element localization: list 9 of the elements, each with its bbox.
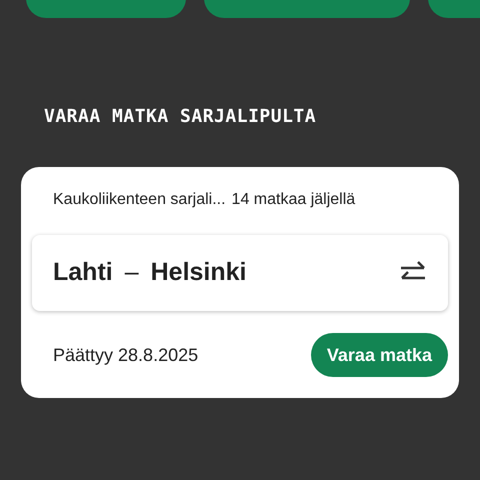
trips-left: 14 matkaa jäljellä [232, 190, 356, 210]
origin-city: Lahti [53, 257, 113, 288]
destination-city: Helsinki [150, 257, 246, 288]
section-title: VARAA MATKA SARJALIPULTA [44, 105, 318, 129]
ticket-name: Kaukoliikenteen sarjali... [53, 190, 226, 210]
route-selector[interactable]: Lahti – Helsinki [32, 235, 448, 311]
route-dash: – [124, 257, 139, 288]
expiry-date: Päättyy 28.8.2025 [53, 344, 198, 367]
book-trip-button[interactable]: Varaa matka [310, 333, 448, 377]
